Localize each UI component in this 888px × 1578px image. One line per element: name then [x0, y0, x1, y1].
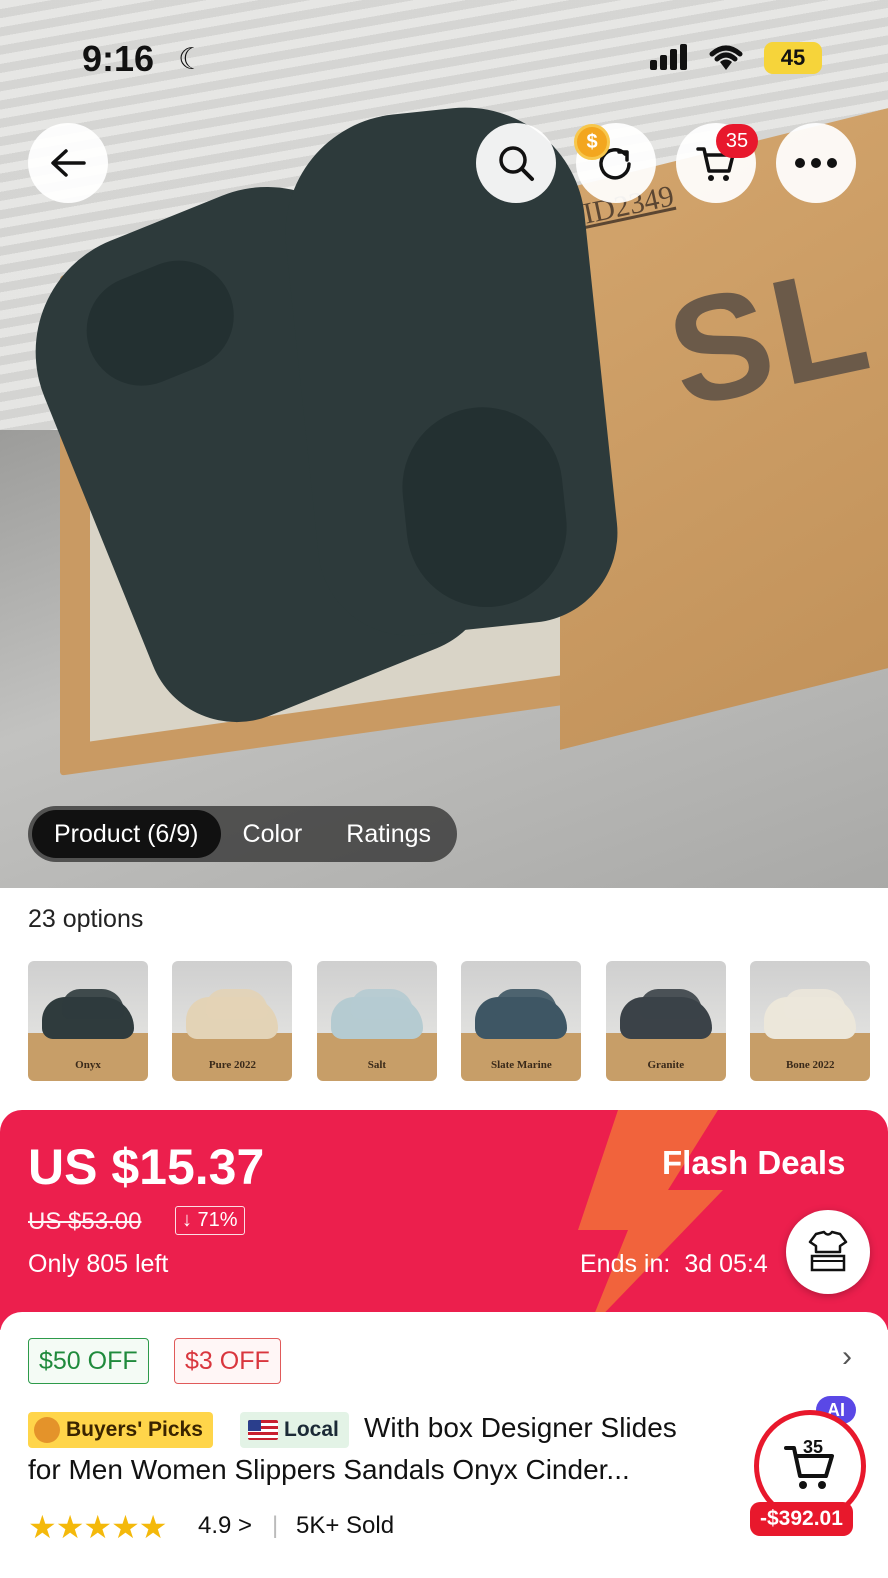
product-image[interactable]: SL #ID2349 9:16 ☾ 45 $ 35 Product (6/9) …: [0, 0, 888, 888]
countdown: Ends in: 3d 05:4: [580, 1250, 768, 1279]
wifi-icon: [706, 40, 746, 77]
buyers-picks-label: Buyers' Picks: [66, 1418, 203, 1441]
status-bar: 9:16 ☾ 45: [0, 0, 888, 120]
option-label: Pure 2022: [208, 1059, 257, 1071]
original-price: US $53.00: [28, 1208, 142, 1235]
buyers-picks-badge: Buyers' Picks: [28, 1412, 213, 1448]
search-icon: [499, 146, 534, 181]
option-label: Slate Marine: [490, 1059, 552, 1071]
media-tabs: Product (6/9) Color Ratings: [28, 806, 458, 862]
shirt-box-icon: [808, 1230, 848, 1272]
battery-indicator: 45: [764, 42, 822, 74]
tab-product[interactable]: Product (6/9): [32, 810, 221, 858]
option-thumb-0[interactable]: Onyx: [28, 961, 148, 1081]
rating-stars-icon: ★★★★★: [28, 1509, 167, 1545]
signal-icon: [650, 44, 690, 75]
product-info-card: $50 OFF $3 OFF › Buyers' Picks Local Wit…: [0, 1312, 888, 1578]
local-label: Local: [284, 1418, 339, 1441]
tab-color[interactable]: Color: [221, 810, 325, 858]
option-thumb-4[interactable]: Granite: [605, 961, 726, 1081]
coin-icon: $: [574, 124, 610, 160]
tab-ratings[interactable]: Ratings: [324, 810, 453, 858]
option-label: Salt: [367, 1059, 387, 1071]
more-button[interactable]: [776, 123, 856, 203]
option-thumbnails: Onyx Pure 2022 Salt Slate Marine Granite…: [28, 961, 888, 1081]
search-button[interactable]: [476, 123, 556, 203]
product-title-cont[interactable]: for Men Women Slippers Sandals Onyx Cind…: [28, 1454, 630, 1486]
option-label: Onyx: [75, 1059, 101, 1071]
moon-icon: ☾: [178, 43, 205, 76]
option-label: Bone 2022: [785, 1059, 835, 1071]
sold-count: 5K+ Sold: [296, 1512, 395, 1539]
option-thumb-5[interactable]: Bone 2022: [750, 961, 871, 1081]
product-page: SL #ID2349 9:16 ☾ 45 $ 35 Product (6/9) …: [0, 0, 888, 1578]
us-flag-icon: [248, 1420, 278, 1440]
buyers-picks-icon: [34, 1417, 60, 1443]
discount-badge: ↓ 71%: [175, 1206, 245, 1235]
sale-price: US $15.37: [28, 1139, 265, 1195]
lightning-icon: [578, 1110, 723, 1330]
cart-count-badge: 35: [716, 124, 758, 158]
countdown-value: 3d 05:4: [684, 1250, 768, 1278]
flash-deals-title: Flash Deals: [662, 1144, 846, 1181]
option-label: Granite: [647, 1059, 685, 1071]
divider: |: [272, 1512, 279, 1539]
option-thumb-3[interactable]: Slate Marine: [461, 961, 582, 1081]
product-title[interactable]: With box Designer Slides: [364, 1412, 677, 1444]
slide-right: [273, 95, 627, 645]
stock-left: Only 805 left: [28, 1250, 169, 1278]
coupon-3-off[interactable]: $3 OFF: [174, 1338, 281, 1384]
rating-link[interactable]: 4.9 >: [198, 1512, 252, 1540]
back-arrow-icon: [51, 149, 86, 177]
cart-savings-total: -$392.01: [750, 1502, 853, 1536]
chevron-right-icon[interactable]: ›: [842, 1340, 852, 1374]
status-time: 9:16: [82, 38, 155, 79]
options-count: 23 options: [28, 905, 144, 933]
flash-deal-banner: US $15.37 US $53.00 ↓ 71% Only 805 left …: [0, 1110, 888, 1330]
back-button[interactable]: [28, 123, 108, 203]
coupon-50-off[interactable]: $50 OFF: [28, 1338, 149, 1384]
option-thumb-1[interactable]: Pure 2022: [172, 961, 293, 1081]
floating-cart-count: 35: [803, 1437, 824, 1457]
shop-assistant-button[interactable]: [786, 1210, 870, 1294]
option-thumb-2[interactable]: Salt: [316, 961, 437, 1081]
local-badge: Local: [240, 1412, 349, 1448]
countdown-label: Ends in:: [580, 1250, 671, 1278]
more-icon: [795, 158, 837, 168]
